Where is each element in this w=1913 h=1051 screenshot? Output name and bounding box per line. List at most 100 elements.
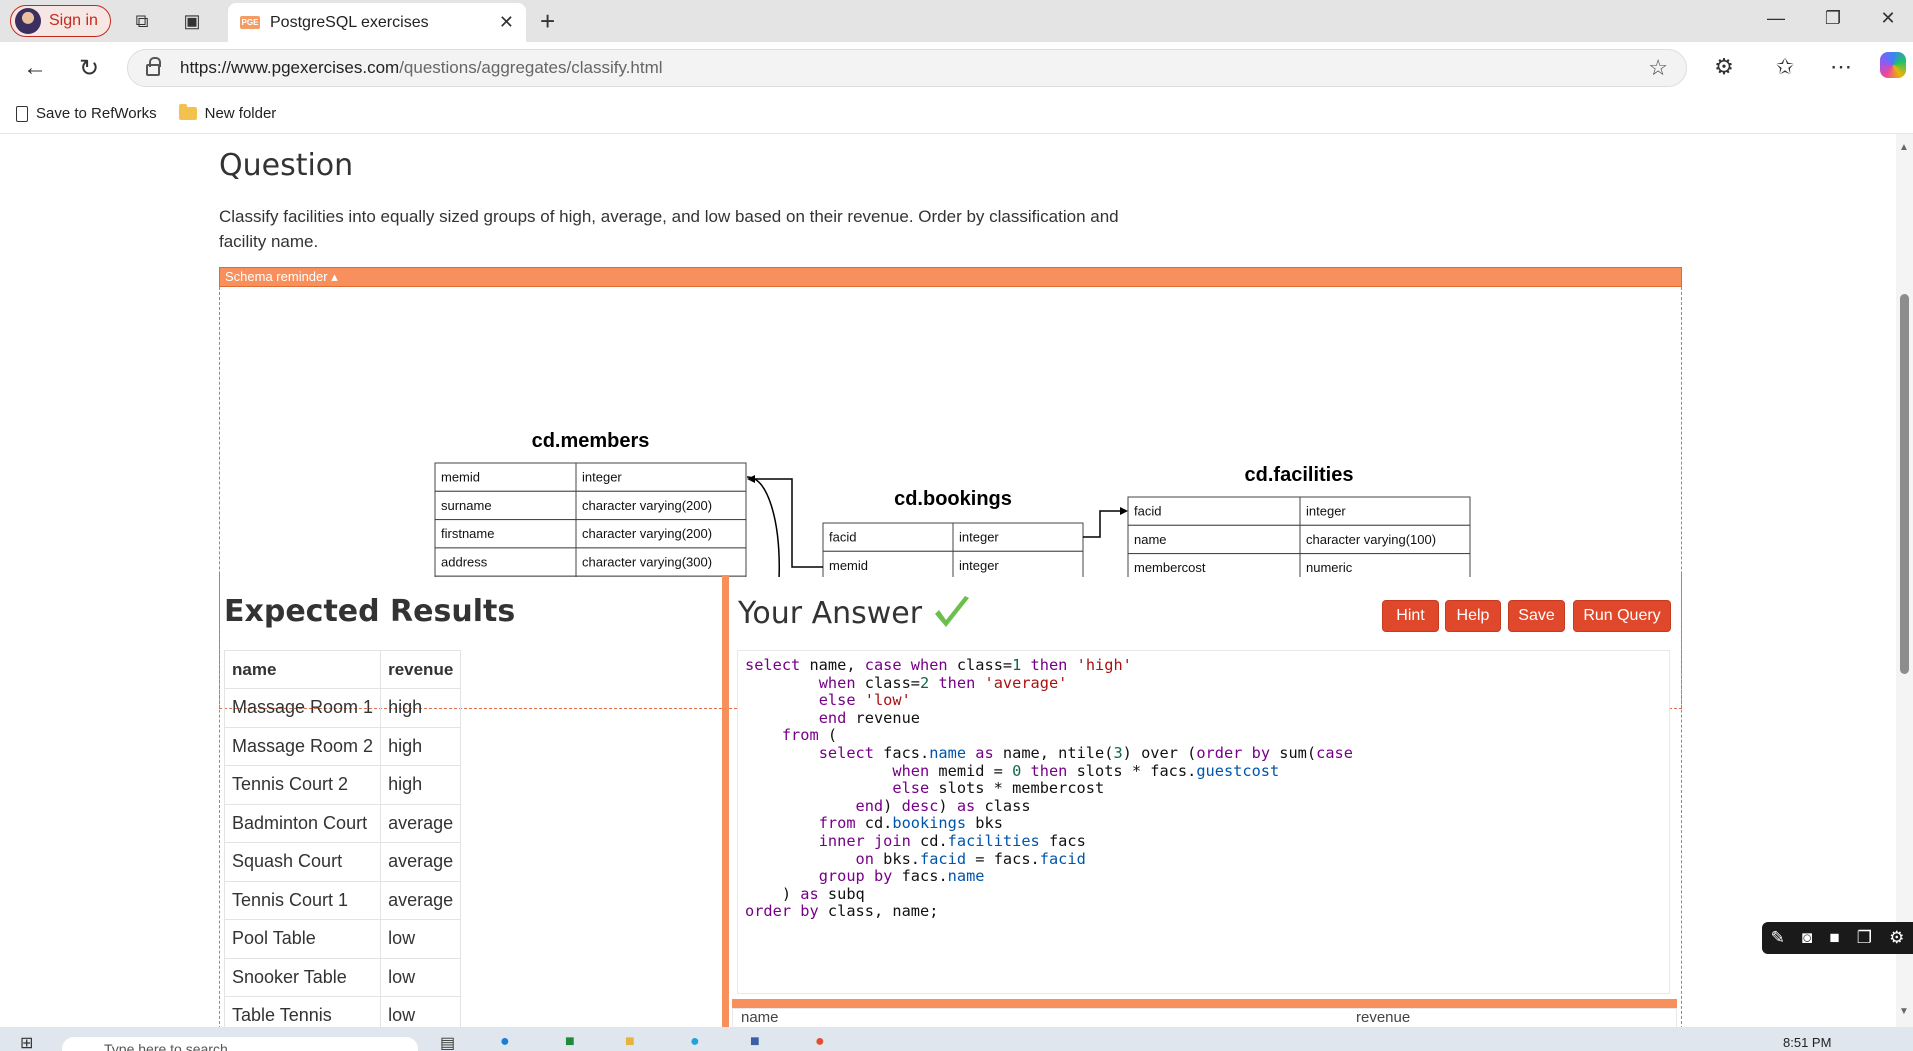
refresh-icon[interactable]: ↻	[74, 54, 104, 83]
camera-icon[interactable]: ◙	[1802, 928, 1812, 948]
result-column-revenue: revenue	[1356, 1009, 1411, 1026]
code-token: facs.	[873, 743, 930, 762]
code-token: 2	[920, 673, 930, 692]
windows-icon[interactable]: ❐	[1857, 928, 1872, 948]
restore-icon[interactable]: ❐	[1818, 8, 1848, 29]
save-button[interactable]: Save	[1508, 600, 1565, 632]
back-icon[interactable]: ←	[20, 54, 50, 82]
favorites-icon[interactable]: ✩	[1770, 54, 1800, 80]
favorite-star-icon[interactable]: ☆	[1648, 55, 1668, 81]
table-row: Tennis Court 1 average	[223, 880, 462, 920]
schema-column-name: memid	[829, 558, 868, 573]
taskbar-search-input[interactable]: Type here to search	[62, 1037, 418, 1051]
schema-column-name: firstname	[441, 526, 494, 541]
task-view-icon[interactable]: ▤	[440, 1033, 455, 1051]
tab-actions-icon[interactable]: ▣	[180, 9, 204, 33]
edge-icon[interactable]: ●	[690, 1033, 700, 1051]
code-token: (	[818, 726, 838, 745]
table-row: Squash Court average	[223, 842, 462, 882]
code-token: cd.	[855, 814, 893, 833]
code-token: as	[975, 743, 994, 762]
capture-toolbar: ✎ ◙ ■ ❐ ⚙	[1762, 922, 1913, 954]
sql-code[interactable]: select name, case when class=1 then 'hig…	[745, 656, 1353, 921]
pen-icon[interactable]: ✎	[1771, 928, 1785, 948]
code-token: 3	[1113, 743, 1123, 762]
code-token: class=	[947, 656, 1013, 674]
code-line: else slots * membercost	[745, 779, 1353, 798]
scroll-down-icon[interactable]: ▼	[1899, 1006, 1909, 1017]
sql-editor[interactable]: select name, case when class=1 then 'hig…	[737, 650, 1670, 994]
code-line: else 'low'	[745, 691, 1353, 710]
copilot-icon[interactable]	[1880, 52, 1906, 78]
code-token: memid =	[929, 761, 1013, 780]
url-field[interactable]: https://www.pgexercises.com/questions/ag…	[127, 49, 1687, 87]
bookmark-save-to-refworks[interactable]: Save to RefWorks	[16, 105, 157, 122]
page-scrollbar[interactable]: ▲ ▼	[1896, 134, 1913, 1027]
bookmark-new-folder[interactable]: New folder	[178, 104, 276, 122]
cell-name: Tennis Court 2	[223, 765, 382, 805]
code-line: end revenue	[745, 709, 1353, 728]
app-icon[interactable]: ■	[750, 1033, 760, 1051]
schema-column-type: character varying(200)	[582, 526, 712, 541]
code-token: as	[956, 796, 976, 815]
file-explorer-icon[interactable]: ■	[625, 1033, 635, 1051]
hint-button[interactable]: Hint	[1382, 600, 1439, 632]
column-header-name: name	[223, 650, 382, 689]
code-line: order by class, name;	[745, 903, 1353, 921]
table-header-row: name revenue	[223, 650, 462, 689]
code-token: bookings	[892, 814, 967, 833]
results-resize-bar[interactable]	[732, 999, 1677, 1008]
code-line: on bks.facid = facs.facid	[745, 850, 1353, 869]
more-menu-icon[interactable]: ⋯	[1826, 54, 1856, 80]
code-line: group by facs.name	[745, 867, 1353, 886]
help-button[interactable]: Help	[1445, 600, 1501, 632]
scroll-up-icon[interactable]: ▲	[1899, 142, 1909, 153]
code-token: sum(	[1270, 743, 1317, 762]
close-window-icon[interactable]: ✕	[1873, 8, 1903, 29]
pane-divider[interactable]	[722, 575, 729, 1027]
run-query-button[interactable]: Run Query	[1573, 600, 1671, 632]
schema-column-name: surname	[441, 498, 492, 513]
schema-reminder-toggle[interactable]: Schema reminder ▴	[219, 267, 1682, 287]
close-tab-icon[interactable]: ✕	[499, 12, 514, 33]
code-token: cd.	[910, 831, 948, 850]
app-red-icon[interactable]: ●	[815, 1033, 825, 1051]
sign-in-label: Sign in	[49, 12, 98, 29]
page-content: Question Classify facilities into equall…	[0, 134, 1896, 1027]
table-row: Table Tennis low	[223, 996, 462, 1027]
url-path: /questions/aggregates/classify.html	[399, 58, 663, 77]
schema-column-type: character varying(200)	[582, 498, 712, 513]
pycharm-icon[interactable]: ■	[565, 1033, 575, 1051]
code-token: name	[947, 867, 985, 886]
expected-results-heading: Expected Results	[224, 594, 516, 629]
code-token: class	[975, 796, 1031, 815]
code-token: slots * facs.	[1067, 761, 1197, 780]
code-line: ) as subq	[745, 885, 1353, 904]
your-answer-heading: Your Answer	[738, 594, 972, 632]
telegram-icon[interactable]: ●	[500, 1033, 510, 1051]
code-token: when	[892, 761, 930, 780]
settings-gear-icon[interactable]: ⚙	[1889, 928, 1904, 948]
code-line: when class=2 then 'average'	[745, 673, 1353, 693]
schema-column-type: numeric	[1306, 560, 1353, 575]
cell-revenue: low	[380, 996, 462, 1027]
code-token: by	[800, 902, 819, 921]
start-icon[interactable]: ⊞	[20, 1033, 33, 1051]
extensions-icon[interactable]: ⚙	[1709, 54, 1739, 80]
video-icon[interactable]: ■	[1829, 928, 1839, 948]
new-tab-icon[interactable]: +	[540, 6, 555, 37]
minimize-icon[interactable]: —	[1761, 8, 1791, 29]
cell-revenue: low	[380, 957, 462, 997]
scrollbar-thumb[interactable]	[1900, 294, 1909, 674]
tab-pgexercises[interactable]: PGE PostgreSQL exercises ✕	[228, 3, 526, 42]
workspaces-icon[interactable]: ⧉	[130, 9, 154, 33]
sign-in-button[interactable]: Sign in	[10, 5, 111, 37]
clock-time: 8:51 PM	[1783, 1035, 1832, 1050]
